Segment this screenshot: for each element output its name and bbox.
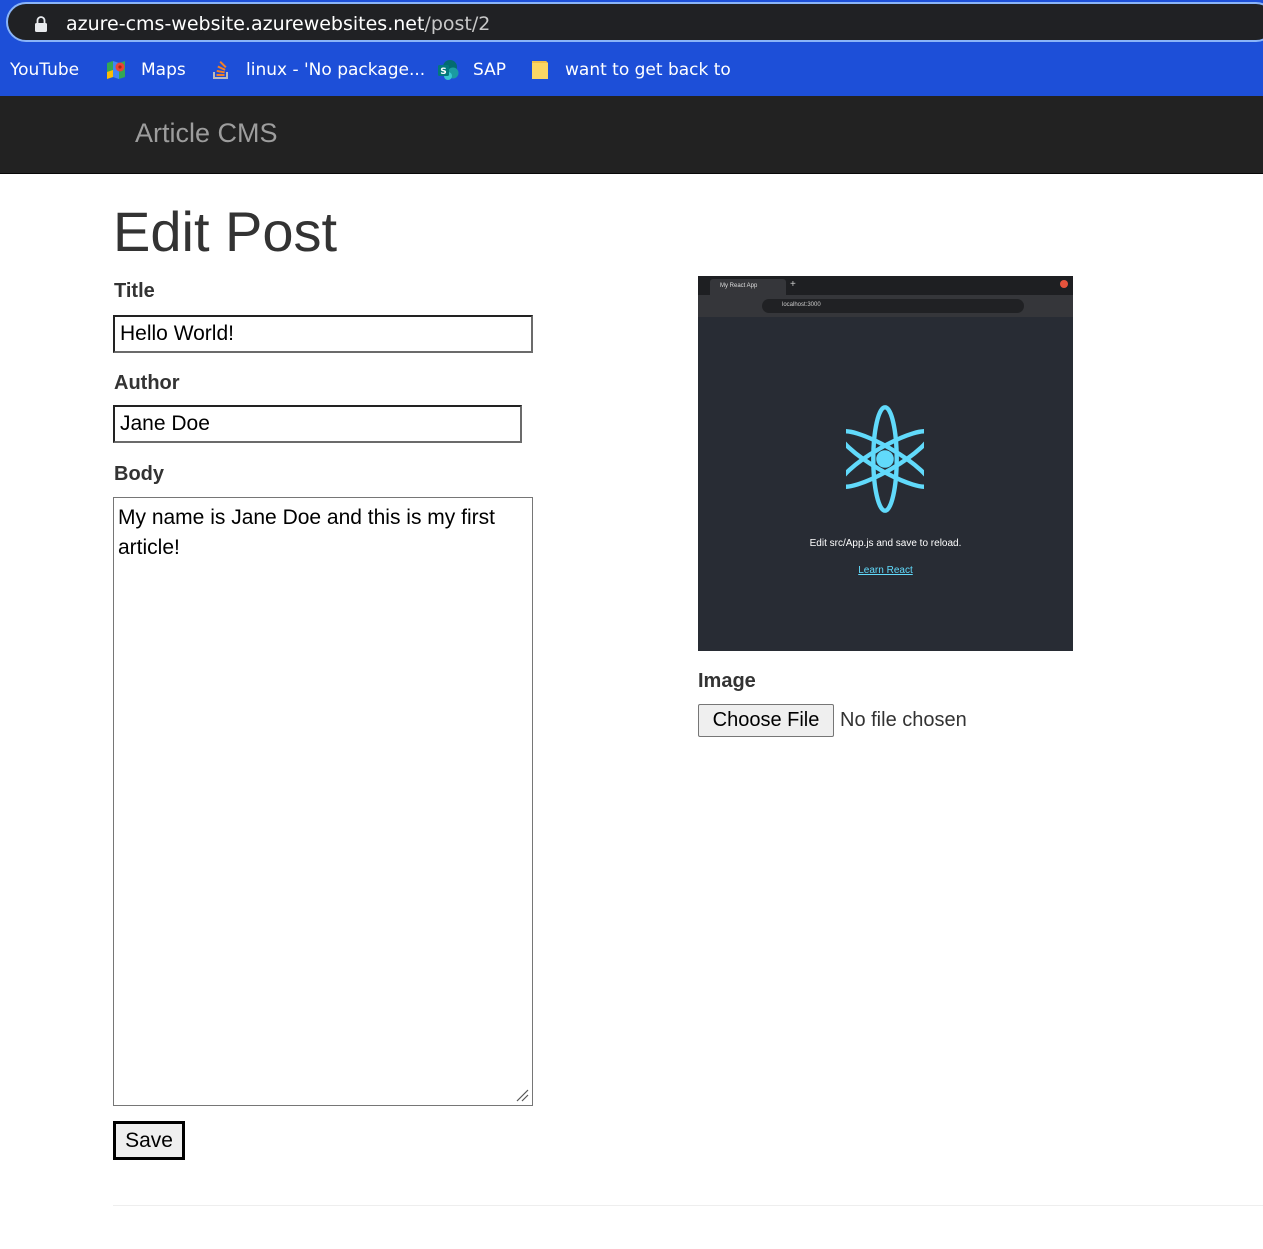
url-text[interactable]: azure-cms-website.azurewebsites.net/post… (66, 13, 490, 35)
choose-file-button[interactable]: Choose File (698, 704, 834, 737)
author-input[interactable] (113, 405, 522, 443)
body-textarea[interactable]: My name is Jane Doe and this is my first… (113, 497, 533, 1106)
bookmark-maps[interactable]: Maps (105, 58, 186, 82)
bookmark-label: Maps (141, 60, 186, 80)
resize-grip-icon[interactable] (515, 1088, 529, 1102)
bookmark-label: SAP (473, 60, 506, 80)
preview-tab: My React App (710, 279, 786, 295)
body-label: Body (114, 463, 164, 485)
save-button[interactable]: Save (113, 1121, 185, 1160)
url-field[interactable]: azure-cms-website.azurewebsites.net/post… (6, 2, 1263, 42)
preview-url: localhost:3000 (762, 299, 1024, 313)
title-input[interactable] (113, 315, 533, 353)
maps-icon (107, 61, 125, 79)
preview-edit-text: Edit src/App.js and save to reload. (809, 538, 962, 549)
file-status-text: No file chosen (840, 709, 967, 731)
app-navbar: Article CMS (0, 96, 1263, 174)
bookmark-want-to-get-back-to[interactable]: want to get back to (529, 58, 731, 82)
folder-icon (532, 61, 548, 79)
sharepoint-icon: S (438, 60, 459, 80)
image-label: Image (698, 670, 756, 692)
browser-address-bar: azure-cms-website.azurewebsites.net/post… (0, 0, 1263, 44)
footer-divider (113, 1205, 1263, 1206)
preview-learn-link: Learn React (858, 565, 913, 576)
bookmark-linux[interactable]: linux - 'No package... (210, 58, 425, 82)
lock-icon[interactable] (34, 16, 48, 32)
stackoverflow-icon (213, 60, 228, 79)
bookmark-label: want to get back to (565, 60, 731, 80)
bookmark-youtube[interactable]: YouTube (10, 58, 79, 82)
preview-tab-bar: My React App + (698, 276, 1073, 295)
url-path: /post/2 (424, 13, 491, 35)
title-label: Title (114, 280, 155, 302)
preview-toolbar: localhost:3000 (698, 295, 1073, 317)
preview-new-tab-icon: + (790, 279, 796, 290)
brand-link[interactable]: Article CMS (135, 118, 278, 149)
bookmark-label: linux - 'No package... (246, 60, 426, 80)
page-title: Edit Post (113, 200, 338, 263)
preview-close-icon (1060, 280, 1068, 288)
post-image-preview: My React App + localhost:3000 Edit src/A… (698, 276, 1073, 651)
react-logo-icon (846, 405, 924, 513)
bookmarks-bar: YouTube Maps linux - 'No package... S SA… (0, 44, 1263, 96)
url-host: azure-cms-website.azurewebsites.net (66, 13, 425, 35)
bookmark-sap[interactable]: S SAP (437, 58, 506, 82)
svg-text:S: S (440, 67, 446, 77)
bookmark-label: YouTube (10, 60, 80, 80)
author-label: Author (114, 372, 180, 394)
